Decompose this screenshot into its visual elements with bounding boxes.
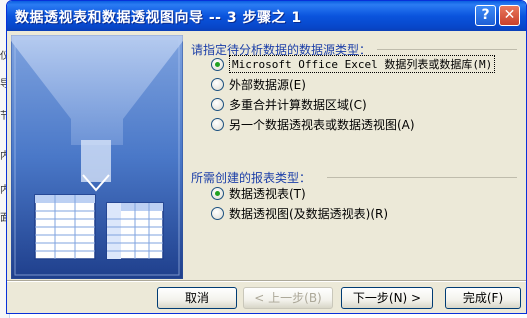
source-option-external[interactable]: 外部数据源(E) [211, 76, 306, 92]
option-label: 另一个数据透视表或数据透视图(A) [229, 117, 415, 132]
button-separator [7, 280, 526, 282]
wizard-illustration [11, 35, 183, 279]
pivot-table-icon [106, 202, 164, 260]
dialog-body: 请指定待分析数据的数据源类型： Microsoft Office Excel 数… [7, 31, 526, 313]
dialog-title: 数据透视表和数据透视图向导 -- 3 步骤之 1 [15, 10, 302, 26]
radio-button[interactable] [211, 57, 224, 71]
group-divider [377, 49, 517, 50]
radio-button[interactable] [211, 117, 224, 131]
help-button[interactable]: ? [475, 5, 496, 26]
back-button[interactable]: < 上一步(B) [243, 287, 333, 309]
option-label: 数据透视表(T) [229, 186, 306, 201]
radio-button[interactable] [211, 186, 224, 200]
radio-button[interactable] [211, 77, 224, 91]
report-option-pivot-chart[interactable]: 数据透视图(及数据透视表)(R) [211, 205, 388, 221]
report-option-pivot-table[interactable]: 数据透视表(T) [211, 185, 306, 201]
next-button[interactable]: 下一步(N) > [341, 287, 433, 309]
source-option-excel-list[interactable]: Microsoft Office Excel 数据列表或数据库(M) [211, 55, 496, 73]
option-label: 外部数据源(E) [229, 77, 306, 92]
report-type-heading: 所需创建的报表类型： [191, 171, 312, 185]
option-label: Microsoft Office Excel 数据列表或数据库(M) [229, 55, 496, 73]
radio-button[interactable] [211, 97, 224, 111]
cancel-button[interactable]: 取消 [157, 287, 237, 309]
source-option-other-pivot[interactable]: 另一个数据透视表或数据透视图(A) [211, 116, 415, 132]
radio-button[interactable] [211, 206, 224, 220]
group-divider [327, 177, 517, 178]
option-label: 数据透视图(及数据透视表)(R) [229, 206, 389, 221]
title-bar[interactable]: 数据透视表和数据透视图向导 -- 3 步骤之 1 ? ✕ [7, 1, 526, 31]
close-button[interactable]: ✕ [499, 5, 520, 26]
option-label: 多重合并计算数据区域(C) [229, 97, 367, 112]
source-option-multiple-ranges[interactable]: 多重合并计算数据区域(C) [211, 96, 367, 112]
spreadsheet-icon [34, 194, 96, 260]
pivot-wizard-dialog: 数据透视表和数据透视图向导 -- 3 步骤之 1 ? ✕ 请指定待分析数据的数据… [6, 0, 527, 314]
finish-button[interactable]: 完成(F) [445, 287, 521, 309]
